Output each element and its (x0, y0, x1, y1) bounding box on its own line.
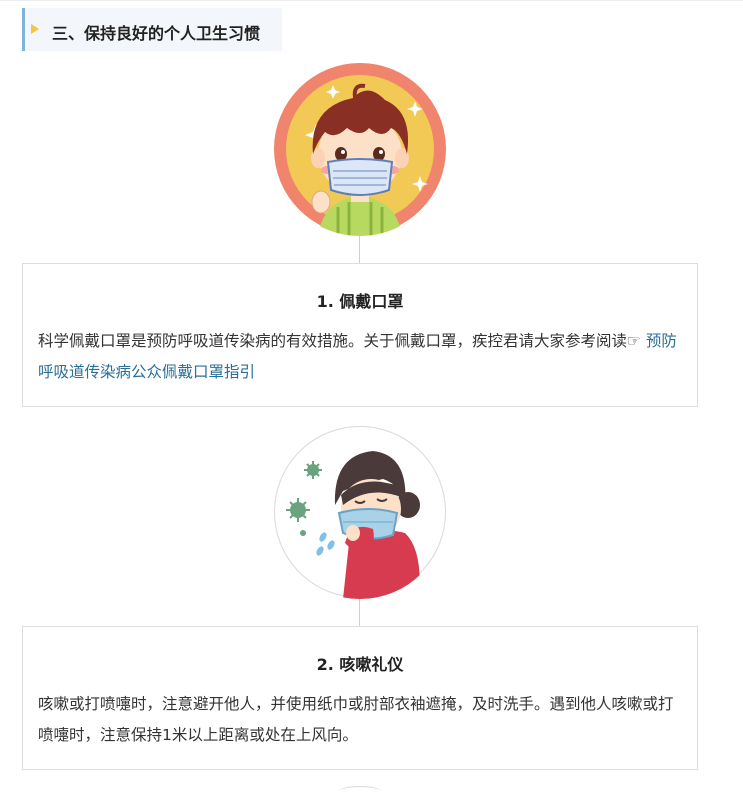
card-title: 1. 佩戴口罩 (316, 292, 404, 311)
next-illustration-edge (339, 786, 381, 797)
card-body: 咳嗽或打喷嚏时，注意避开他人，并使用纸巾或肘部衣袖遮掩，及时洗手。遇到他人咳嗽或… (38, 689, 683, 751)
section-title: 三、保持良好的个人卫生习惯 (52, 24, 261, 43)
tip-card-cough: 2. 咳嗽礼仪 咳嗽或打喷嚏时，注意避开他人，并使用纸巾或肘部衣袖遮掩，及时洗手… (22, 626, 698, 770)
card-body-text: 咳嗽或打喷嚏时，注意避开他人，并使用纸巾或肘部衣袖遮掩，及时洗手。遇到他人咳嗽或… (38, 695, 674, 744)
connector-line (359, 236, 360, 263)
cough-girl-illustration (273, 425, 447, 599)
card-title: 2. 咳嗽礼仪 (316, 655, 404, 674)
tip-card-mask: 1. 佩戴口罩 科学佩戴口罩是预防呼吸道传染病的有效措施。关于佩戴口罩，疾控君请… (22, 263, 698, 407)
card-body: 科学佩戴口罩是预防呼吸道传染病的有效措施。关于佩戴口罩，疾控君请大家参考阅读☞ … (38, 326, 683, 388)
connector-line (359, 599, 360, 626)
top-divider (0, 0, 743, 1)
pointing-hand-icon: ☞ (627, 332, 641, 350)
card-body-text: 科学佩戴口罩是预防呼吸道传染病的有效措施。关于佩戴口罩，疾控君请大家参考阅读 (38, 332, 628, 350)
mask-boy-illustration (273, 62, 447, 236)
triangle-right-icon (31, 24, 39, 34)
section-header: 三、保持良好的个人卫生习惯 (22, 8, 282, 51)
